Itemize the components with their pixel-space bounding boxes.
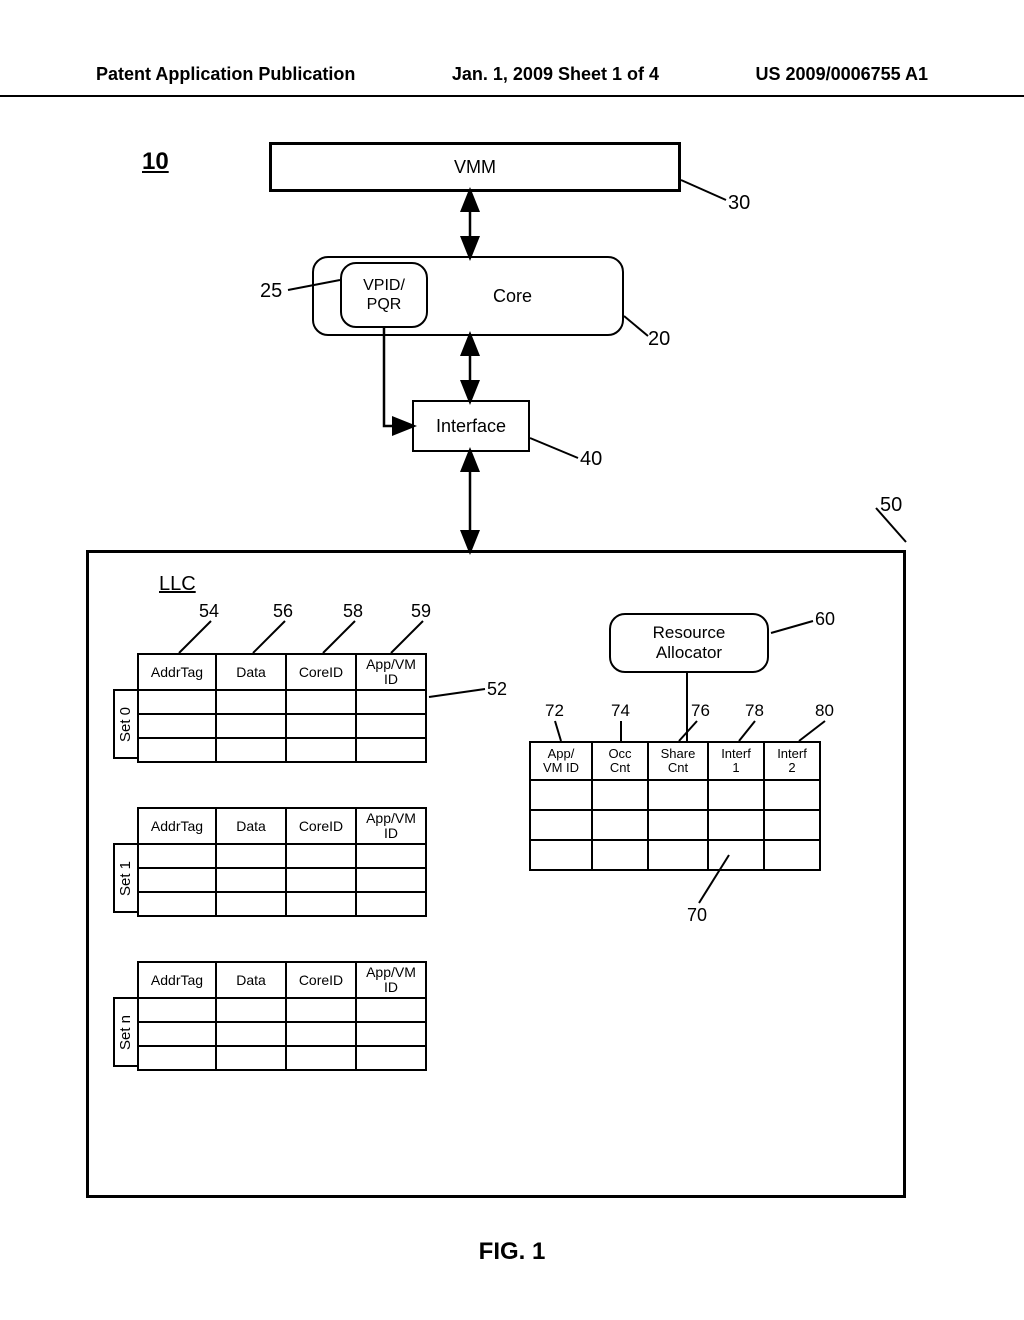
table-row	[138, 892, 426, 916]
ref-56: 56	[273, 601, 293, 622]
header-right: US 2009/0006755 A1	[756, 64, 928, 85]
table-row	[138, 1022, 426, 1046]
table-row	[138, 998, 426, 1022]
table-row	[138, 738, 426, 762]
ct1-col-coreid: CoreID	[286, 808, 356, 844]
ref-76: 76	[691, 701, 710, 721]
allocator-table: App/ VM ID Occ Cnt Share Cnt Interf 1 In…	[529, 741, 821, 871]
at-col-appvm: App/ VM ID	[530, 742, 592, 780]
core-label: Core	[493, 286, 532, 307]
ref-60: 60	[815, 609, 835, 630]
ct1-col-appvm: App/VM ID	[356, 808, 426, 844]
figure-canvas: 10 VMM 30 Core VPID/ PQR 25 20 Interface…	[0, 110, 1024, 1230]
ct1-col-addrtag: AddrTag	[138, 808, 216, 844]
ref-72: 72	[545, 701, 564, 721]
ct0-col-data: Data	[216, 654, 286, 690]
table-row	[530, 780, 820, 810]
ctn-col-appvm: App/VM ID	[356, 962, 426, 998]
llc-label: LLC	[159, 573, 196, 596]
ref-78: 78	[745, 701, 764, 721]
cache-table-set1: AddrTag Data CoreID App/VM ID	[137, 807, 427, 917]
cache-table-set0: AddrTag Data CoreID App/VM ID	[137, 653, 427, 763]
vpid-label: VPID/ PQR	[363, 276, 405, 314]
interface-label: Interface	[436, 416, 506, 437]
ref-40: 40	[580, 448, 602, 471]
ref-58: 58	[343, 601, 363, 622]
ref-20: 20	[648, 328, 670, 351]
at-col-interf1: Interf 1	[708, 742, 764, 780]
resource-allocator-label: Resource Allocator	[653, 623, 726, 664]
header-left: Patent Application Publication	[96, 64, 355, 85]
at-col-share: Share Cnt	[648, 742, 708, 780]
table-row	[530, 840, 820, 870]
table-row	[138, 1046, 426, 1070]
setn-label: Set n	[113, 997, 137, 1067]
ref-10: 10	[142, 148, 169, 176]
ctn-col-addrtag: AddrTag	[138, 962, 216, 998]
ref-50: 50	[880, 494, 902, 517]
ct0-col-coreid: CoreID	[286, 654, 356, 690]
page-header: Patent Application Publication Jan. 1, 2…	[0, 64, 1024, 97]
ref-80: 80	[815, 701, 834, 721]
header-center: Jan. 1, 2009 Sheet 1 of 4	[452, 64, 659, 85]
table-row	[138, 868, 426, 892]
at-col-interf2: Interf 2	[764, 742, 820, 780]
table-row	[138, 714, 426, 738]
table-row	[530, 810, 820, 840]
resource-allocator-block: Resource Allocator	[609, 613, 769, 673]
ref-59: 59	[411, 601, 431, 622]
ref-25: 25	[260, 280, 282, 303]
table-row	[138, 690, 426, 714]
ref-30: 30	[728, 192, 750, 215]
figure-label: FIG. 1	[0, 1238, 1024, 1266]
ctn-col-coreid: CoreID	[286, 962, 356, 998]
vpid-block: VPID/ PQR	[340, 262, 428, 328]
set1-label: Set 1	[113, 843, 137, 913]
vmm-label: VMM	[454, 157, 496, 178]
ct0-col-appvm: App/VM ID	[356, 654, 426, 690]
set0-label: Set 0	[113, 689, 137, 759]
ref-52: 52	[487, 679, 507, 700]
ref-70: 70	[687, 905, 707, 926]
cache-table-setn: AddrTag Data CoreID App/VM ID	[137, 961, 427, 1071]
interface-block: Interface	[412, 400, 530, 452]
ct0-col-addrtag: AddrTag	[138, 654, 216, 690]
llc-block: LLC 54 56 58 59 52 Set 0 AddrTag Data Co…	[86, 550, 906, 1198]
ref-74: 74	[611, 701, 630, 721]
ref-54: 54	[199, 601, 219, 622]
ctn-col-data: Data	[216, 962, 286, 998]
ct1-col-data: Data	[216, 808, 286, 844]
table-row	[138, 844, 426, 868]
at-col-occ: Occ Cnt	[592, 742, 648, 780]
vmm-block: VMM	[269, 142, 681, 192]
